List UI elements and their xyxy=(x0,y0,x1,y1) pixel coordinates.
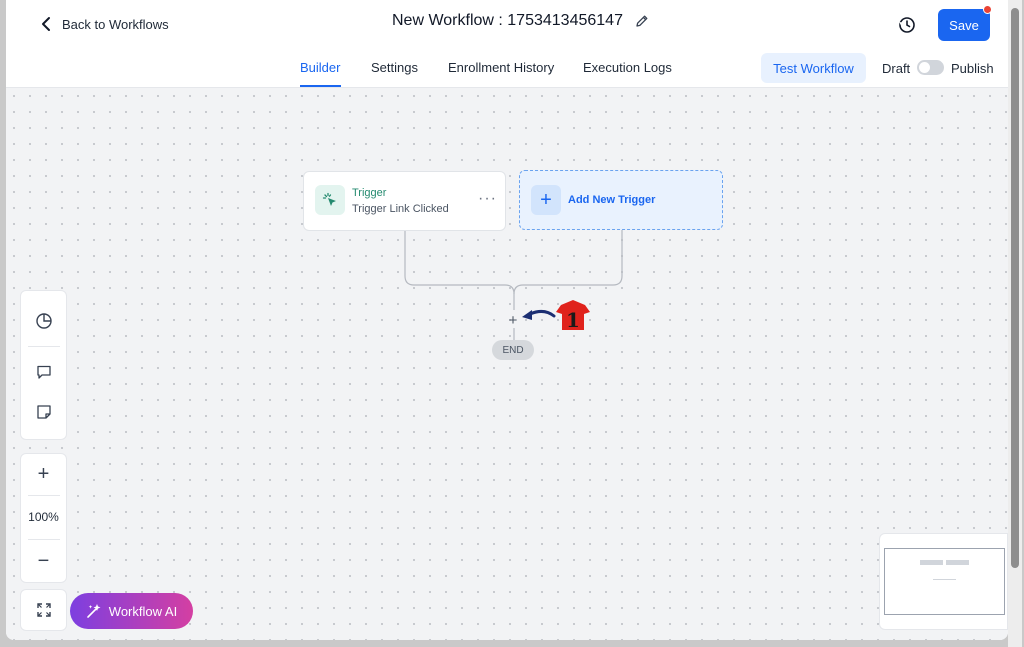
separator xyxy=(28,346,60,347)
app-window: Back to Workflows New Workflow : 1753413… xyxy=(6,0,1008,640)
workflow-ai-button[interactable]: Workflow AI xyxy=(70,593,193,629)
workflow-canvas[interactable]: Trigger Trigger Link Clicked ··· + Add N… xyxy=(6,88,1008,640)
page-scrollbar[interactable] xyxy=(1008,0,1022,647)
tab-enrollment-history[interactable]: Enrollment History xyxy=(448,60,554,75)
pencil-icon[interactable] xyxy=(635,14,649,28)
minimap-add-trigger-node xyxy=(946,560,969,565)
minimap-trigger-node xyxy=(920,560,943,565)
publish-label: Publish xyxy=(951,61,994,76)
zoom-in-button[interactable]: + xyxy=(21,454,66,494)
tabs-bar: Builder Settings Enrollment History Exec… xyxy=(6,48,1008,88)
toggle-knob xyxy=(919,62,930,73)
add-trigger-label: Add New Trigger xyxy=(568,194,656,206)
add-new-trigger-node[interactable]: + Add New Trigger xyxy=(519,170,723,230)
callout-number: 1 xyxy=(566,308,580,332)
minimap-viewport[interactable] xyxy=(884,548,1005,615)
active-tab-indicator xyxy=(300,85,341,87)
zoom-level: 100% xyxy=(28,510,59,524)
cursor-click-icon xyxy=(315,185,345,215)
analytics-button[interactable] xyxy=(21,301,66,341)
sticky-note-button[interactable] xyxy=(21,392,66,432)
back-to-workflows-link[interactable]: Back to Workflows xyxy=(40,14,169,34)
chevron-left-icon xyxy=(42,17,50,31)
minimap-end-node xyxy=(933,579,956,580)
history-icon[interactable] xyxy=(896,14,918,36)
step-callout-marker: 1 xyxy=(522,300,590,332)
draft-label: Draft xyxy=(882,61,911,76)
sparkle-wand-icon xyxy=(86,604,101,618)
minimap[interactable] xyxy=(879,533,1008,630)
tab-execution-logs[interactable]: Execution Logs xyxy=(583,60,672,75)
back-label: Back to Workflows xyxy=(62,16,169,32)
connector-lines xyxy=(404,230,623,340)
unsaved-indicator-dot xyxy=(983,5,992,14)
pie-chart-icon xyxy=(35,313,52,329)
curved-arrow-icon xyxy=(528,309,556,318)
fit-view-button[interactable] xyxy=(21,590,66,630)
tab-builder[interactable]: Builder xyxy=(300,60,340,75)
plus-icon: + xyxy=(531,185,561,215)
more-options-icon[interactable]: ··· xyxy=(478,190,497,208)
test-workflow-button[interactable]: Test Workflow xyxy=(761,53,866,83)
sticky-note-icon xyxy=(36,405,51,419)
zoom-controls: + 100% − xyxy=(20,453,67,583)
expand-icon xyxy=(36,603,51,617)
save-button[interactable]: Save xyxy=(938,9,990,41)
workflow-title-group: New Workflow : 1753413456147 xyxy=(392,12,649,30)
comment-button[interactable] xyxy=(21,352,66,392)
top-header: Back to Workflows New Workflow : 1753413… xyxy=(6,0,1008,48)
fit-view-panel xyxy=(20,589,67,631)
tab-settings[interactable]: Settings xyxy=(371,60,418,75)
workflow-title: New Workflow : 1753413456147 xyxy=(392,12,623,29)
trigger-title: Trigger xyxy=(352,187,387,199)
canvas-tools-panel xyxy=(20,290,67,440)
trigger-node[interactable]: Trigger Trigger Link Clicked ··· xyxy=(303,171,506,231)
comment-icon xyxy=(36,365,51,379)
trigger-subtitle: Trigger Link Clicked xyxy=(352,203,449,215)
scrollbar-thumb[interactable] xyxy=(1011,8,1019,568)
end-node: END xyxy=(492,340,534,360)
separator xyxy=(28,539,60,540)
publish-toggle[interactable] xyxy=(917,60,944,75)
workflow-ai-label: Workflow AI xyxy=(108,603,178,619)
zoom-out-button[interactable]: − xyxy=(21,541,66,581)
